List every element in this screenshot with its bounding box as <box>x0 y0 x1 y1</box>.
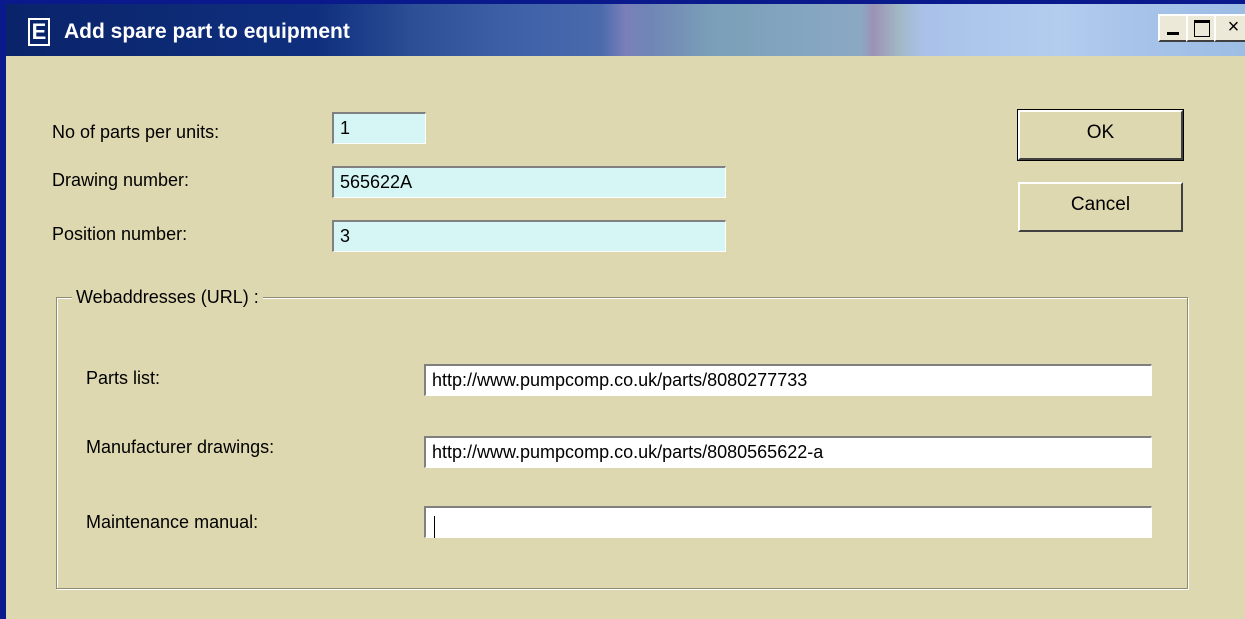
maximize-icon <box>1194 20 1210 37</box>
close-button[interactable]: × <box>1214 14 1245 42</box>
manufacturer-drawings-label: Manufacturer drawings: <box>86 437 275 457</box>
minimize-icon <box>1167 32 1179 35</box>
maintenance-manual-label: Maintenance manual: <box>86 512 259 532</box>
text-cursor <box>434 516 435 538</box>
parts-per-unit-label: No of parts per units: <box>52 122 220 142</box>
parts-list-url-field[interactable] <box>424 364 1152 396</box>
dialog-window: E Add spare part to equipment × No of pa… <box>0 0 1245 619</box>
manufacturer-drawings-url-field[interactable] <box>424 436 1152 468</box>
close-icon: × <box>1227 16 1240 38</box>
title-bar[interactable]: E Add spare part to equipment × <box>6 4 1245 56</box>
app-icon[interactable]: E <box>28 18 50 46</box>
ok-button[interactable]: OK <box>1017 109 1184 161</box>
parts-per-unit-field[interactable] <box>332 112 426 144</box>
minimize-button[interactable] <box>1158 14 1188 42</box>
cancel-button[interactable]: Cancel <box>1018 182 1183 232</box>
drawing-number-field[interactable] <box>332 166 726 198</box>
position-number-field[interactable] <box>332 220 726 252</box>
drawing-number-label: Drawing number: <box>52 170 190 190</box>
maintenance-manual-url-field[interactable] <box>424 506 1152 538</box>
web-addresses-group-label: Webaddresses (URL) : <box>72 287 263 308</box>
position-number-label: Position number: <box>52 224 188 244</box>
maximize-button[interactable] <box>1186 14 1216 42</box>
parts-list-label: Parts list: <box>86 368 161 388</box>
window-title: Add spare part to equipment <box>64 20 350 43</box>
